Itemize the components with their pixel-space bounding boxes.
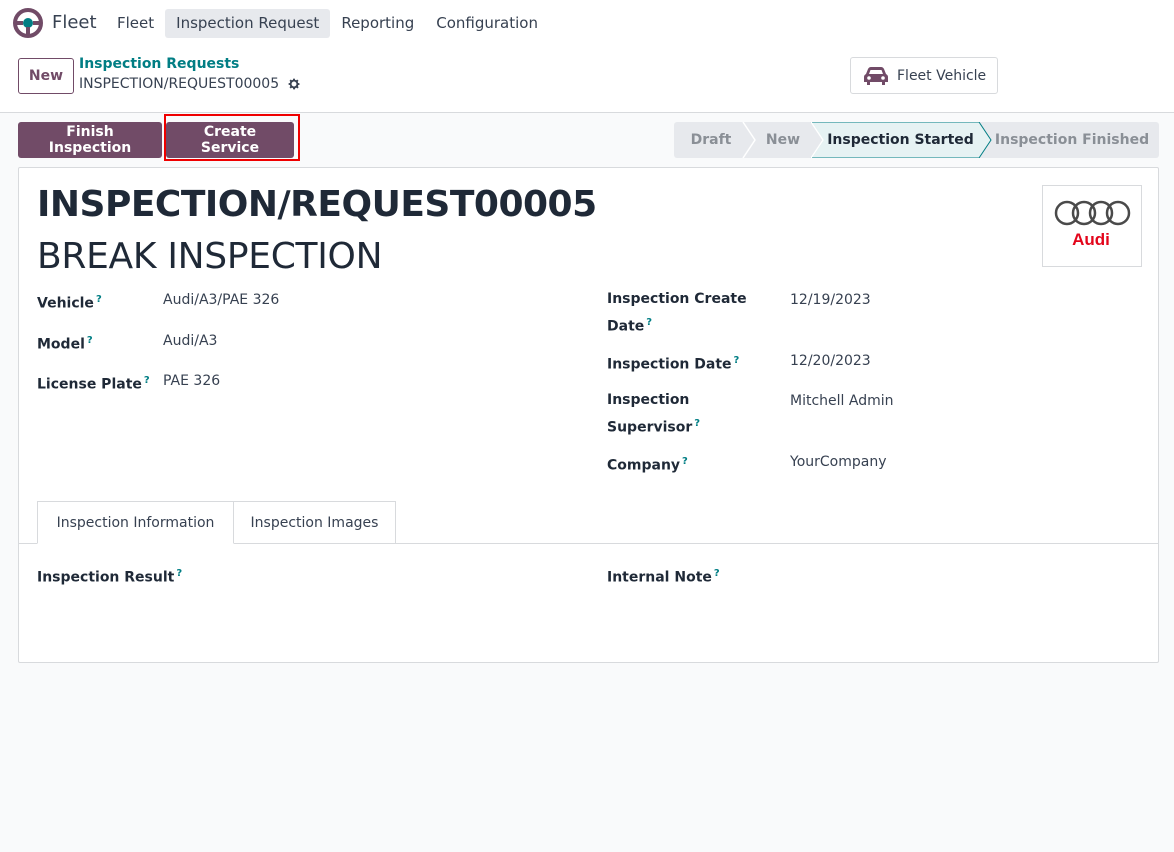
help-icon[interactable]: ? [694,418,700,429]
model-value[interactable]: Audi/A3 [163,330,217,353]
breadcrumb-parent-link[interactable]: Inspection Requests [79,56,239,72]
stage-new[interactable]: New [754,122,812,158]
inspection-date-label: Inspection Date? [607,355,740,373]
main-menu: Fleet Inspection Request Reporting Confi… [106,9,549,38]
inspection-date-value[interactable]: 12/20/2023 [790,350,871,373]
audi-logo-text: Audi [1072,230,1110,249]
model-label: Model? [37,335,93,353]
stage-inspection-started[interactable]: Inspection Started [822,122,979,158]
app-name[interactable]: Fleet [52,12,97,33]
new-button[interactable]: New [18,58,74,94]
tab-inspection-information[interactable]: Inspection Information [37,501,234,544]
help-icon[interactable]: ? [176,568,182,579]
company-label: Company? [607,456,688,474]
record-reference: INSPECTION/REQUEST00005 [37,184,597,225]
internal-note-label: Internal Note? [607,568,720,586]
license-plate-label: License Plate? [37,375,150,393]
tab-inspection-images[interactable]: Inspection Images [233,501,396,544]
create-service-button[interactable]: Create Service [166,122,294,158]
inspection-result-label: Inspection Result? [37,568,183,586]
help-icon[interactable]: ? [87,335,93,346]
inspection-supervisor-label: Inspection Supervisor? [607,392,701,436]
stage-draft[interactable]: Draft [674,122,748,158]
help-icon[interactable]: ? [682,456,688,467]
help-icon[interactable]: ? [714,568,720,579]
help-icon[interactable]: ? [734,355,740,366]
menu-reporting[interactable]: Reporting [330,9,425,38]
fleet-vehicle-smart-button[interactable]: Fleet Vehicle [850,57,998,94]
inspection-supervisor-value[interactable]: Mitchell Admin [790,390,894,413]
vehicle-label: Vehicle? [37,294,102,312]
menu-inspection-request[interactable]: Inspection Request [165,9,331,38]
license-plate-value[interactable]: PAE 326 [163,370,220,393]
car-icon [864,66,888,85]
breadcrumb-current: INSPECTION/REQUEST00005 [79,76,301,92]
fleet-app-icon[interactable] [12,7,44,39]
record-name[interactable]: BREAK INSPECTION [37,236,383,277]
stage-inspection-finished[interactable]: Inspection Finished [992,122,1152,158]
inspection-create-date-label: Inspection Create Date? [607,291,747,335]
vehicle-image[interactable]: Audi [1042,185,1142,267]
help-icon[interactable]: ? [96,294,102,305]
finish-inspection-button[interactable]: Finish Inspection [18,122,162,158]
status-bar: Draft New Inspection Started Inspection … [674,122,1159,158]
breadcrumb-current-label: INSPECTION/REQUEST00005 [79,76,280,92]
company-value[interactable]: YourCompany [790,451,887,474]
vehicle-value[interactable]: Audi/A3/PAE 326 [163,289,279,312]
fleet-vehicle-label: Fleet Vehicle [897,67,987,84]
help-icon[interactable]: ? [144,375,150,386]
form-sheet: INSPECTION/REQUEST00005 BREAK INSPECTION… [18,167,1159,663]
inspection-create-date-value[interactable]: 12/19/2023 [790,289,871,312]
help-icon[interactable]: ? [646,317,652,328]
menu-fleet[interactable]: Fleet [106,9,165,38]
menu-configuration[interactable]: Configuration [425,9,549,38]
top-navbar: Fleet Fleet Inspection Request Reporting… [0,0,1174,46]
control-panel: New Inspection Requests INSPECTION/REQUE… [0,46,1174,113]
gear-icon[interactable] [287,77,301,91]
audi-logo-icon: Audi [1054,200,1131,249]
